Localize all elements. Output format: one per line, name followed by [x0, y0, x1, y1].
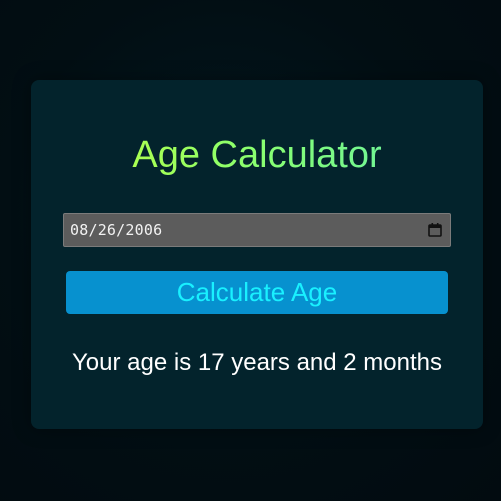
age-result-text: Your age is 17 years and 2 months	[71, 349, 443, 376]
birthdate-input[interactable]: 08/26/2006	[63, 213, 451, 247]
age-calculator-card: Age Calculator 08/26/2006 Calculate Age …	[31, 80, 483, 429]
birthdate-value[interactable]: 08/26/2006	[70, 214, 162, 246]
page-title: Age Calculator	[31, 132, 483, 178]
calendar-icon[interactable]	[427, 222, 443, 238]
calculate-age-button[interactable]: Calculate Age	[66, 271, 448, 314]
